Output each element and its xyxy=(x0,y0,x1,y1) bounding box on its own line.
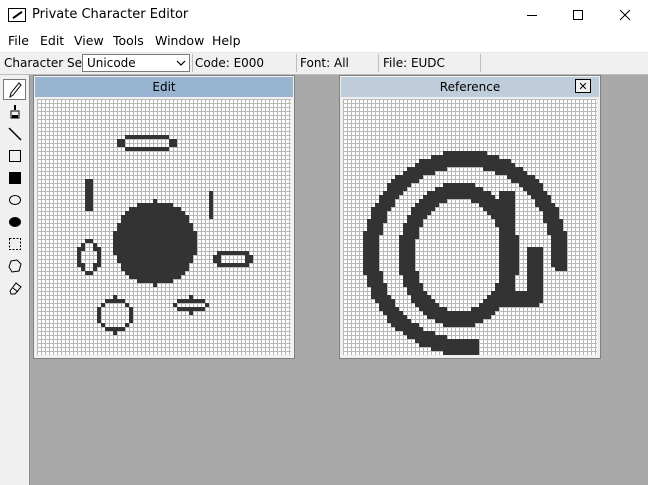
character-set-value: Unicode xyxy=(87,56,136,70)
edit-panel: Edit xyxy=(33,75,295,359)
filled-rectangle-icon xyxy=(8,171,21,184)
app-icon[interactable] xyxy=(8,8,26,22)
toolbox xyxy=(0,75,30,485)
info-bar: Character Set: Unicode Code: E000 Font: … xyxy=(0,53,648,75)
filled-rectangle-tool[interactable] xyxy=(3,167,26,188)
reference-panel: Reference ✕ xyxy=(339,75,601,359)
maximize-button[interactable] xyxy=(555,0,601,30)
at-sign-glyph-pixels xyxy=(363,151,567,355)
character-set-dropdown[interactable]: Unicode xyxy=(82,54,190,72)
code-readout: Code: E000 xyxy=(195,56,265,70)
menu-bar: File Edit View Tools Window Help xyxy=(0,30,648,53)
window-title: Private Character Editor xyxy=(32,7,189,22)
maximize-icon xyxy=(573,10,583,20)
divider xyxy=(192,54,193,72)
hollow-rectangle-icon xyxy=(8,149,21,162)
divider xyxy=(378,54,379,72)
eraser-tool[interactable] xyxy=(3,277,26,298)
close-icon: ✕ xyxy=(578,79,588,93)
menu-tools[interactable]: Tools xyxy=(113,33,144,48)
close-window-button[interactable] xyxy=(602,0,648,30)
rectangular-selection-icon xyxy=(8,237,21,250)
eraser-icon xyxy=(8,281,22,294)
reference-panel-header: Reference xyxy=(341,77,599,97)
close-reference-button[interactable]: ✕ xyxy=(575,79,591,93)
brush-tool[interactable] xyxy=(3,101,26,122)
menu-file[interactable]: File xyxy=(8,33,29,48)
hollow-rectangle-tool[interactable] xyxy=(3,145,26,166)
menu-edit[interactable]: Edit xyxy=(40,33,64,48)
font-readout: Font: All xyxy=(300,56,349,70)
divider xyxy=(296,54,297,72)
close-icon xyxy=(619,9,631,21)
reference-panel-title: Reference xyxy=(439,80,501,94)
chevron-down-icon xyxy=(176,60,186,66)
file-readout: File: EUDC xyxy=(383,56,445,70)
edit-grid-canvas xyxy=(37,99,294,356)
pencil-tool[interactable] xyxy=(3,79,26,100)
reference-grid-canvas xyxy=(343,99,600,356)
edit-grid[interactable] xyxy=(37,99,294,356)
title-bar: Private Character Editor xyxy=(0,0,648,30)
divider xyxy=(480,54,481,72)
edit-panel-title: Edit xyxy=(152,80,176,94)
brush-icon xyxy=(10,104,19,118)
reference-grid xyxy=(343,99,600,356)
hollow-ellipse-tool[interactable] xyxy=(3,189,26,210)
filled-ellipse-icon xyxy=(8,216,21,227)
line-icon xyxy=(7,126,22,141)
menu-help[interactable]: Help xyxy=(212,33,241,48)
rectangular-selection-tool[interactable] xyxy=(3,233,26,254)
minimize-button[interactable] xyxy=(509,0,555,30)
menu-view[interactable]: View xyxy=(74,33,104,48)
hollow-ellipse-icon xyxy=(8,194,21,205)
freeform-selection-icon xyxy=(7,258,22,273)
character-set-label: Character Set: xyxy=(4,56,91,70)
pencil-icon xyxy=(8,81,22,98)
line-tool[interactable] xyxy=(3,123,26,144)
edit-panel-header: Edit xyxy=(35,77,293,97)
menu-window[interactable]: Window xyxy=(155,33,204,48)
freeform-selection-tool[interactable] xyxy=(3,255,26,276)
filled-ellipse-tool[interactable] xyxy=(3,211,26,232)
minimize-icon xyxy=(527,15,537,16)
